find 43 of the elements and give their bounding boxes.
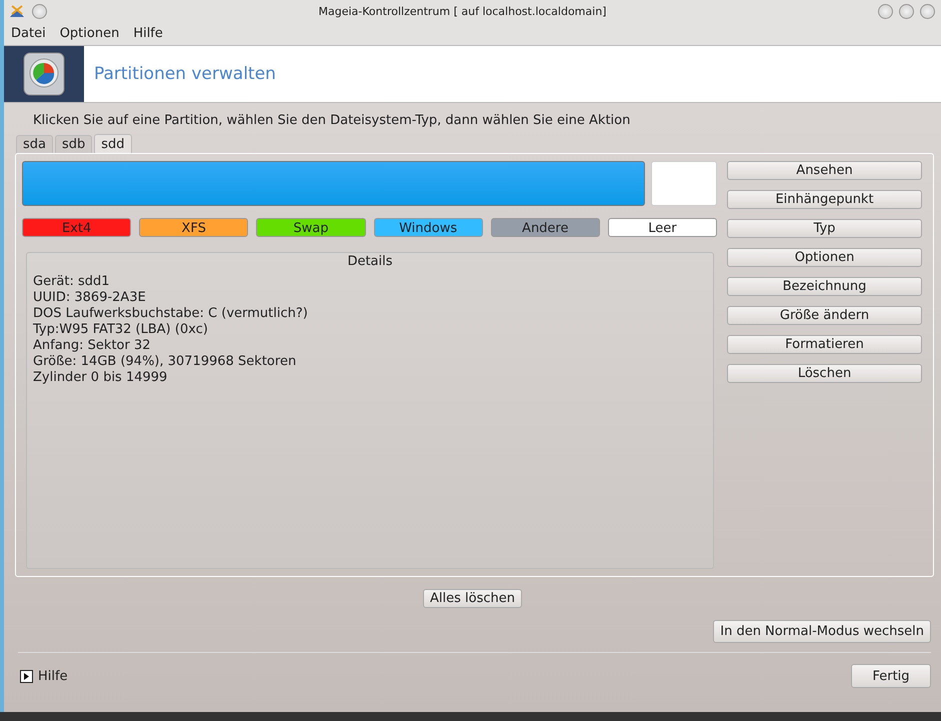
- detail-line: Zylinder 0 bis 14999: [33, 370, 168, 386]
- mode-switch-button[interactable]: In den Normal-Modus wechseln: [713, 620, 931, 643]
- detail-line: Größe: 14GB (94%), 30719968 Sektoren: [33, 354, 298, 370]
- tab[interactable]: sdb: [55, 135, 92, 153]
- expander-icon: [20, 670, 33, 682]
- free-space-segment[interactable]: [651, 161, 717, 206]
- action-button[interactable]: Bezeichnung: [727, 277, 922, 296]
- detail-line: Anfang: Sektor 32: [33, 338, 152, 354]
- legend-chip: XFS: [139, 218, 248, 237]
- legend-chip: Andere: [490, 218, 600, 237]
- tab[interactable]: sdd: [94, 134, 132, 153]
- page-title: Partitionen verwalten: [94, 64, 276, 84]
- help-toggle[interactable]: Hilfe: [20, 668, 68, 684]
- menu-item[interactable]: Datei: [4, 26, 53, 41]
- action-button[interactable]: Größe ändern: [727, 306, 922, 325]
- detail-line: DOS Laufwerksbuchstabe: C (vermutlich?): [33, 306, 309, 322]
- action-button[interactable]: Ansehen: [727, 161, 922, 180]
- window-menu-button[interactable]: [32, 4, 47, 18]
- action-button[interactable]: Formatieren: [727, 335, 922, 354]
- done-button[interactable]: Fertig: [851, 664, 931, 688]
- app-icon[interactable]: [8, 3, 26, 19]
- detail-line: Typ:W95 FAT32 (LBA) (0xc): [33, 322, 209, 338]
- menu-item[interactable]: Optionen: [52, 26, 126, 41]
- action-button[interactable]: Optionen: [727, 248, 922, 267]
- close-button[interactable]: [920, 4, 935, 18]
- clear-all-button[interactable]: Alles löschen: [423, 589, 522, 608]
- window-title: Mageia-Kontrollzentrum [ auf localhost.localdomain]: [318, 4, 606, 18]
- action-button[interactable]: Einhängepunkt: [727, 190, 922, 209]
- legend-chip: Swap: [256, 218, 366, 237]
- maximize-button[interactable]: [898, 4, 914, 18]
- action-button[interactable]: Löschen: [727, 364, 922, 383]
- detail-line: UUID: 3869-2A3E: [33, 290, 147, 306]
- partition-segment[interactable]: [22, 161, 645, 206]
- tab[interactable]: sda: [16, 135, 53, 153]
- legend-chip: Leer: [608, 218, 718, 237]
- action-button[interactable]: Typ: [727, 219, 922, 238]
- legend-chip: Ext4: [22, 218, 132, 237]
- details-title: Details: [346, 252, 394, 271]
- menu-item[interactable]: Hilfe: [126, 26, 170, 41]
- minimize-button[interactable]: [878, 4, 893, 18]
- instruction-text: Klicken Sie auf eine Partition, wählen Sie den Dateisystem-Typ, dann wählen Sie eine Aktion: [32, 112, 632, 130]
- detail-line: Gerät: sdd1: [33, 274, 111, 290]
- legend-chip: Windows: [374, 218, 483, 237]
